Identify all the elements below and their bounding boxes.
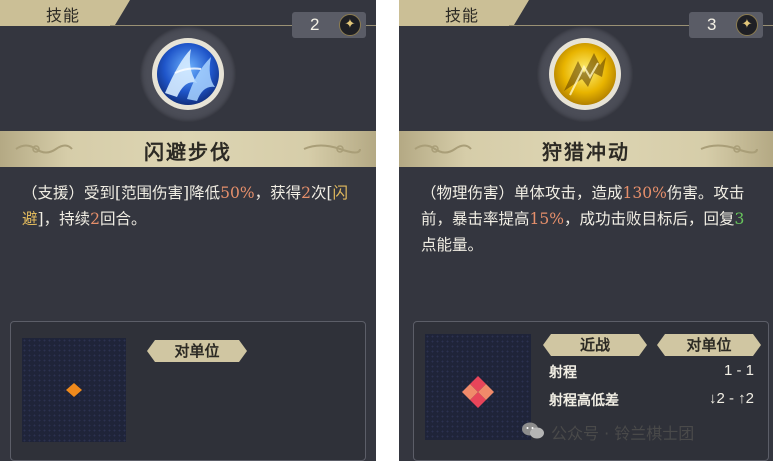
skill-card-left: 技能 2 ✦ 闪避步伐 （支援）受到[范围伤害]降低50%，获得2次[闪避]，持… bbox=[0, 0, 376, 461]
header-label: 技能 bbox=[46, 6, 81, 25]
cost-badge: 3 ✦ bbox=[689, 12, 763, 38]
attack-pattern-icon bbox=[462, 376, 494, 408]
target-type-pill: 对单位 bbox=[147, 340, 247, 362]
header-label: 技能 bbox=[445, 6, 480, 25]
cost-value: 2 bbox=[310, 15, 320, 34]
golden-charge-icon bbox=[554, 43, 616, 105]
cost-badge: 2 ✦ bbox=[292, 12, 366, 38]
skill-description: （支援）受到[范围伤害]降低50%，获得2次[闪避]，持续2回合。 bbox=[22, 184, 349, 228]
cost-value: 3 bbox=[707, 15, 717, 34]
star-coin-icon: ✦ bbox=[339, 14, 361, 36]
target-type-pill: 对单位 bbox=[657, 334, 761, 356]
banner-ornament-right bbox=[303, 144, 361, 154]
stat-value-range: 1 - 1 bbox=[723, 362, 754, 379]
header-tab: 技能 bbox=[0, 0, 130, 26]
blue-dodge-icon bbox=[157, 43, 219, 105]
skill-name-banner: 狩猎冲动 bbox=[399, 131, 773, 167]
skill-icon-frame bbox=[140, 26, 236, 122]
banner-ornament-right bbox=[700, 144, 758, 154]
skill-name-banner: 闪避步伐 bbox=[0, 131, 376, 167]
header-tab: 技能 bbox=[399, 0, 529, 26]
range-grid-preview bbox=[22, 338, 126, 442]
star-coin-icon: ✦ bbox=[736, 14, 758, 36]
range-panel: 对单位 bbox=[10, 321, 366, 461]
range-type-pill: 近战 bbox=[543, 334, 647, 356]
stat-label-height-diff: 射程高低差 bbox=[549, 393, 619, 409]
target-tile-icon bbox=[66, 383, 82, 397]
range-grid-preview bbox=[425, 334, 531, 440]
stat-value-height-diff: ↓2 - ↑2 bbox=[708, 390, 754, 407]
stat-label-range: 射程 bbox=[549, 365, 577, 381]
skill-icon-frame bbox=[537, 26, 633, 122]
watermark-text: 公众号 · 铃兰棋士团 bbox=[551, 424, 695, 443]
skill-description: （物理伤害）单体攻击，造成130%伤害。攻击前，暴击率提高15%，成功击败目标后… bbox=[421, 184, 745, 254]
skill-card-right: 技能 3 ✦ 狩猎冲动 （物理伤害）单体攻击，造成130%伤害。攻击前，暴击率提… bbox=[399, 0, 773, 461]
wechat-icon bbox=[522, 422, 544, 439]
